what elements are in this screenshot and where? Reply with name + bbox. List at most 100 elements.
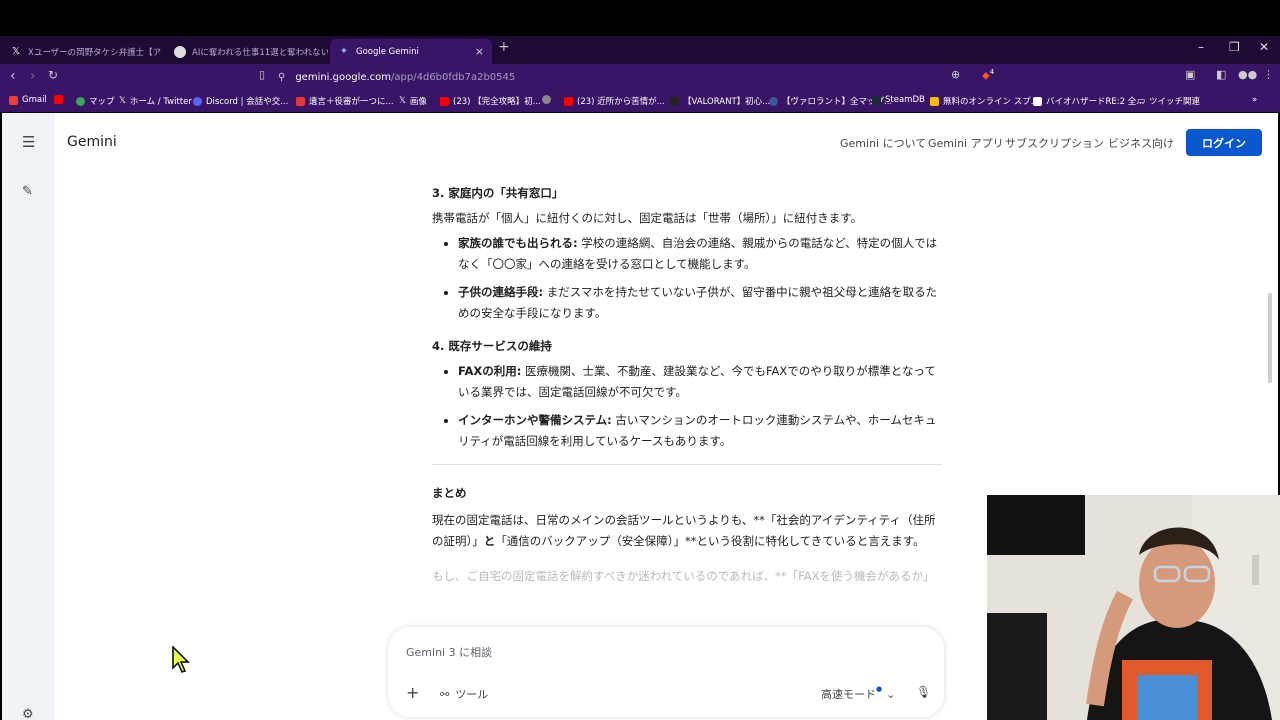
menu-icon[interactable]: ⋮ <box>1263 68 1274 81</box>
tools-icon: ⚯ <box>440 687 450 701</box>
profile-icon[interactable]: ●● <box>1238 68 1257 81</box>
summary-paragraph: 現在の固定電話は、日常のメインの会話ツールというよりも、**「社会的アイデンティ… <box>432 513 936 548</box>
list-item: 家族の誰でも出られる: 学校の連絡網、自治会の連絡、親戚からの電話など、特定の個… <box>458 233 942 275</box>
tab-label: Google Gemini <box>356 46 419 57</box>
scrollbar[interactable] <box>1268 293 1272 383</box>
discord-icon <box>193 96 202 106</box>
site-icon <box>1033 96 1042 106</box>
close-tab-icon[interactable]: × <box>475 45 484 58</box>
microphone-icon[interactable]: 🎙 <box>916 685 931 699</box>
nav-subscription[interactable]: サブスクリプション <box>1005 135 1104 151</box>
x-icon: 𝕏 <box>399 96 406 106</box>
tab-x-post[interactable]: 𝕏 Xユーザーの岡野タケシ弁護士【アトム法律 <box>2 39 164 64</box>
tools-button[interactable]: ⚯ ツール <box>440 686 488 702</box>
youtube-icon <box>54 95 63 104</box>
maximize-button[interactable]: ❐ <box>1229 40 1240 54</box>
prompt-input[interactable]: Gemini 3 に相談 <box>406 644 492 660</box>
webcam-overlay <box>987 495 1280 720</box>
minimize-button[interactable]: – <box>1198 40 1204 54</box>
add-attachment-icon[interactable]: + <box>406 683 419 702</box>
new-chat-icon[interactable]: ✎ <box>22 184 33 199</box>
nav-app[interactable]: Gemini アプリ <box>928 135 1004 151</box>
reload-icon[interactable]: ↻ <box>48 68 58 82</box>
bookmark-discord[interactable]: Discord | 会話や交... <box>193 95 288 107</box>
bullet-list: FAXの利用: 医療機関、士業、不動産、建設業など、今でもFAXでのやり取りが標… <box>432 361 942 452</box>
bookmark-spreadsheet[interactable]: 無料のオンライン スプ... <box>930 95 1039 107</box>
bookmark-steamdb[interactable]: SteamDB <box>872 95 925 105</box>
bookmark-icon[interactable]: ▯ <box>259 68 265 81</box>
faded-paragraph: もし、ご自宅の固定電話を解約すべきか迷われているのであれば、**「FAXを使う機… <box>432 569 935 583</box>
sidebar-toggle-icon[interactable]: ◧ <box>1216 68 1226 81</box>
paragraph: 携帯電話が「個人」に紐付くのに対し、固定電話は「世帯（場所）」に紐付きます。 <box>432 211 863 225</box>
more-bookmarks-icon[interactable]: » <box>1252 95 1257 105</box>
chevron-down-icon: ⌄ <box>886 687 896 701</box>
bookmark-twitter[interactable]: 𝕏 ホーム / Twitter <box>119 95 192 107</box>
tab-label: AIに奪われる仕事11選と奪われない仕事 <box>192 47 328 58</box>
tab-label: Xユーザーの岡野タケシ弁護士【アトム法律 <box>28 47 164 58</box>
divider <box>432 464 942 465</box>
x-icon: 𝕏 <box>119 96 126 106</box>
site-icon <box>670 96 679 106</box>
gmail-icon <box>9 95 18 105</box>
bookmark-folder-twitch[interactable]: ▭ ツイッチ関連 <box>1137 95 1200 107</box>
bookmark-biohazard[interactable]: バイオハザードRE:2 全... <box>1033 95 1144 107</box>
site-icon <box>296 96 305 106</box>
prompt-composer[interactable]: Gemini 3 に相談 + ⚯ ツール 高速モード ● ⌄ 🎙 <box>388 627 944 717</box>
list-item: インターホンや警備システム: 古いマンションのオートロック連動システムや、ホーム… <box>458 410 942 452</box>
tab-strip: 𝕏 Xユーザーの岡野タケシ弁護士【アトム法律 AIに奪われる仕事11選と奪われな… <box>0 36 1280 64</box>
bookmark-images[interactable]: 𝕏 画像 <box>399 95 427 107</box>
response-content: 3. 家庭内の「共有窓口」 携帯電話が「個人」に紐付くのに対し、固定電話は「世帯… <box>432 183 942 587</box>
bookmark-maps[interactable]: マップ <box>76 95 115 107</box>
back-icon[interactable]: ‹ <box>10 68 16 84</box>
section-heading: 4. 既存サービスの維持 <box>432 339 552 353</box>
list-item: FAXの利用: 医療機関、士業、不動産、建設業など、今でもFAXでのやり取りが標… <box>458 361 942 403</box>
nav-business[interactable]: ビジネス向け <box>1108 135 1174 151</box>
globe-icon <box>542 95 551 104</box>
tab-gemini[interactable]: ✦ Google Gemini × <box>330 39 492 64</box>
site-icon <box>174 45 186 58</box>
bullet-list: 家族の誰でも出られる: 学校の連絡網、自治会の連絡、親戚からの電話など、特定の個… <box>432 233 942 324</box>
bookmark-gmail[interactable]: Gmail <box>9 95 47 105</box>
youtube-icon <box>564 96 573 106</box>
mode-selector[interactable]: 高速モード ● ⌄ <box>821 685 896 702</box>
top-black-band <box>0 0 1280 36</box>
wallet-icon[interactable]: ▣ <box>1185 68 1195 81</box>
gemini-logo-text[interactable]: Gemini <box>67 134 117 150</box>
maps-icon <box>76 96 85 106</box>
forward-icon[interactable]: › <box>30 68 36 84</box>
x-icon: 𝕏 <box>11 46 21 57</box>
webcam-person-image <box>987 495 1280 720</box>
gemini-icon: ✦ <box>339 46 349 57</box>
steam-icon <box>872 95 881 105</box>
url-path: /app/4d6b0fdb7a2b0545 <box>391 71 516 83</box>
folder-icon: ▭ <box>1137 96 1146 106</box>
tab-ai-jobs[interactable]: AIに奪われる仕事11選と奪われない仕事 <box>166 39 328 64</box>
login-button[interactable]: ログイン <box>1186 129 1262 156</box>
list-item: 子供の連絡手段: まだスマホを持たせていない子供が、留守番中に親や祖父母と連絡を… <box>458 282 942 324</box>
bookmark-youtube-video[interactable]: (23) 【完全攻略】初... <box>440 95 541 107</box>
youtube-icon <box>440 96 449 106</box>
hamburger-menu-icon[interactable]: ☰ <box>22 133 35 151</box>
new-tab-button[interactable]: + <box>498 39 510 55</box>
bookmark-site[interactable]: 遺言＋役審が一つに... <box>296 95 394 107</box>
bookmark-youtube-video-2[interactable]: (23) 近所から苦情が... <box>564 95 665 107</box>
site-icon <box>769 96 778 106</box>
close-window-button[interactable]: ✕ <box>1259 40 1269 54</box>
bookmark-valorant[interactable]: 【VALORANT】初心... <box>670 95 770 107</box>
section-heading: 3. 家庭内の「共有窓口」 <box>432 186 564 200</box>
summary-heading: まとめ <box>432 486 467 500</box>
bookmark-globe[interactable] <box>542 95 555 104</box>
brave-shield-icon[interactable]: ◆4 <box>982 68 994 81</box>
settings-gear-icon[interactable]: ⚙ <box>22 707 34 720</box>
mouse-cursor-icon <box>172 646 190 673</box>
site-info-icon[interactable]: ⚲ <box>278 72 285 83</box>
nav-about[interactable]: Gemini について <box>840 135 926 151</box>
sidebar: ☰ ✎ ⚙ <box>2 113 55 720</box>
status-dot-icon: ● <box>876 685 883 693</box>
zoom-icon[interactable]: ⊕ <box>951 68 960 81</box>
site-icon <box>930 96 939 106</box>
extension-badge: 4 <box>989 68 995 76</box>
url-host: gemini.google.com <box>295 71 392 83</box>
url-field[interactable]: ⚲ gemini.google.com/app/4d6b0fdb7a2b0545 <box>278 67 998 87</box>
bookmark-youtube[interactable] <box>54 95 67 104</box>
